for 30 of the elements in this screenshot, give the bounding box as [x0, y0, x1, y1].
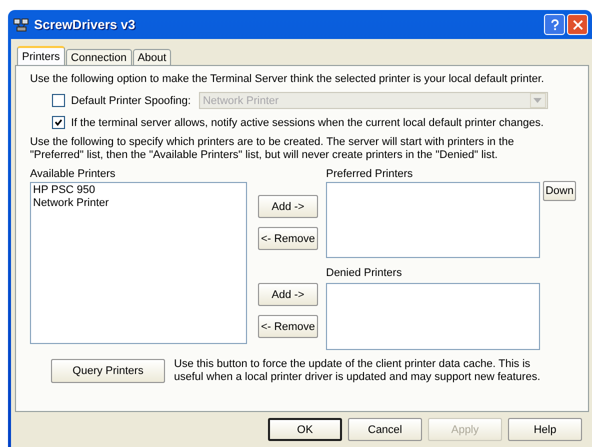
dialog-button[interactable]: Cancel	[348, 418, 422, 441]
list-item[interactable]: Network Printer	[33, 197, 244, 210]
list-label: Available Printers	[30, 168, 116, 181]
help-button[interactable]	[544, 14, 565, 35]
checkbox-label: If the terminal server allows, notify active sessions when the current local default printer changes.	[71, 116, 544, 128]
checkbox[interactable]	[52, 116, 65, 129]
instruction-text: Use the following to specify which printers are to be created. The server will start with printers in the "Preferred" list, then the "Available Printers" list, but will never create printers in the "Denied" list.	[30, 136, 516, 162]
list-label: Preferred Printers	[326, 168, 414, 181]
dropdown-arrow-icon	[533, 98, 542, 103]
remove-button[interactable]: <- Remove	[258, 227, 318, 250]
dialog-button[interactable]: Help	[508, 418, 582, 441]
checkbox[interactable]	[52, 94, 65, 107]
add-button[interactable]: Add ->	[258, 195, 318, 218]
app-icon	[13, 16, 29, 32]
description-text: Use this button to force the update of the client printer data cache. This is useful when a local printer driver is updated and may support new features.	[174, 358, 542, 384]
tab[interactable]: Printers	[17, 46, 65, 65]
list-item[interactable]: HP PSC 950	[33, 184, 244, 197]
remove-button[interactable]: <- Remove	[258, 315, 318, 338]
query-printers-button[interactable]: Query Printers	[51, 359, 165, 383]
add-button[interactable]: Add ->	[258, 283, 318, 306]
instruction-text: Use the following option to make the Terminal Server think the selected printer is your local default printer.	[30, 73, 546, 86]
close-button[interactable]	[567, 14, 588, 35]
list-label: Denied Printers	[326, 267, 403, 280]
checkbox-label: Default Printer Spoofing:	[71, 94, 191, 106]
down-button[interactable]: Down	[543, 181, 576, 201]
close-icon	[570, 18, 584, 32]
tab[interactable]: About	[132, 49, 172, 65]
window-title: ScrewDrivers v3	[34, 17, 136, 32]
dialog-button[interactable]: OK	[268, 418, 342, 441]
tab[interactable]: Connection	[66, 49, 132, 65]
